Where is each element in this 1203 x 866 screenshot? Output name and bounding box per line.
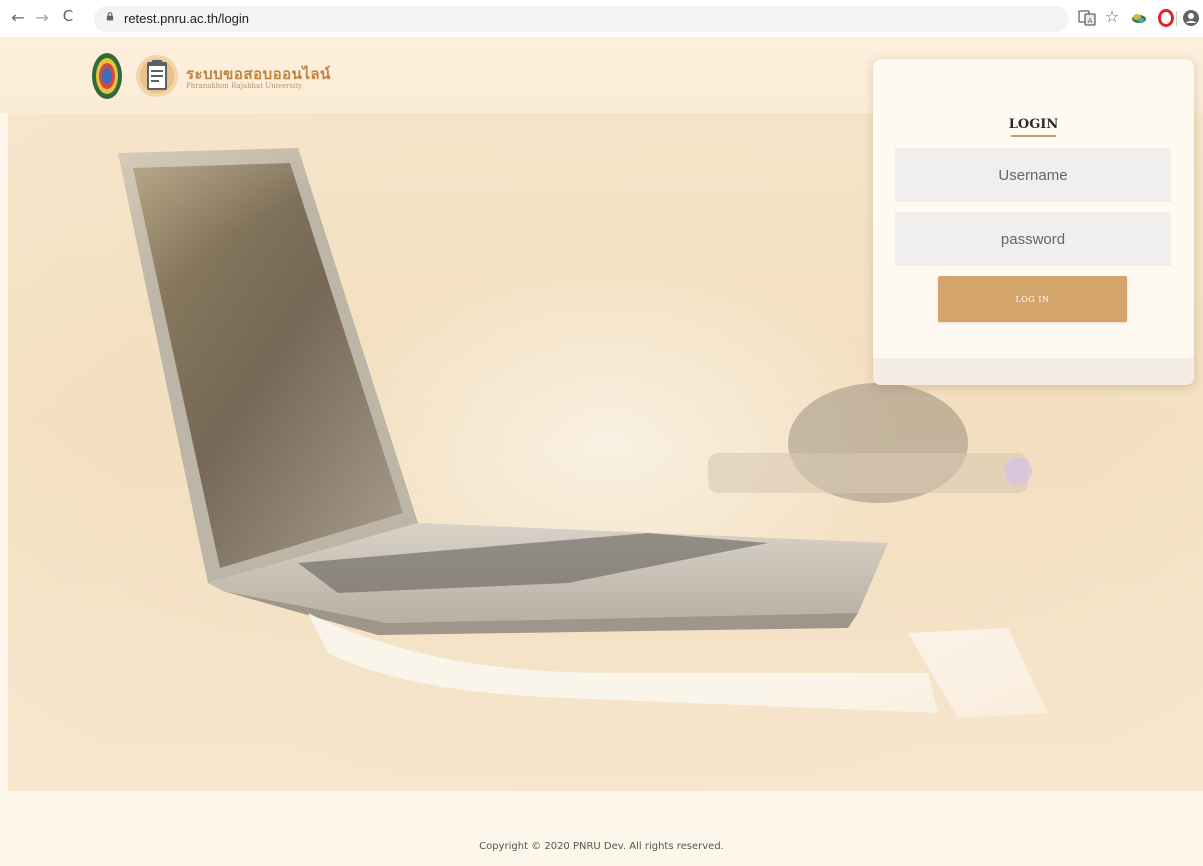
copyright-text: Copyright © 2020 PNRU Dev. All rights re… bbox=[479, 841, 724, 852]
forward-arrow-icon[interactable]: → bbox=[30, 8, 54, 27]
reload-icon[interactable]: C bbox=[56, 7, 80, 25]
username-input[interactable] bbox=[895, 148, 1171, 202]
url-text[interactable]: retest.pnru.ac.th/login bbox=[124, 11, 249, 26]
site-footer: Copyright © 2020 PNRU Dev. All rights re… bbox=[0, 791, 1203, 866]
password-input[interactable] bbox=[895, 212, 1171, 266]
extension-icon[interactable] bbox=[1130, 9, 1148, 27]
opera-icon[interactable] bbox=[1157, 9, 1175, 27]
back-arrow-icon[interactable]: ← bbox=[6, 8, 30, 27]
page: ระบบขอสอบออนไลน์ Phranakhon Rajabhat Uni… bbox=[0, 37, 1203, 866]
profile-icon[interactable] bbox=[1182, 9, 1200, 27]
university-seal-icon bbox=[92, 53, 122, 99]
title-underline bbox=[1011, 135, 1056, 137]
toolbar-separator bbox=[1176, 11, 1177, 26]
login-card-footer bbox=[873, 358, 1194, 385]
svg-text:A: A bbox=[1088, 17, 1093, 25]
lock-icon bbox=[106, 12, 114, 21]
address-bar[interactable]: retest.pnru.ac.th/login bbox=[94, 6, 1069, 32]
login-title: LOGIN bbox=[1008, 117, 1059, 132]
star-icon[interactable]: ☆ bbox=[1103, 7, 1121, 26]
browser-toolbar: ← → C retest.pnru.ac.th/login A ☆ bbox=[0, 0, 1203, 37]
translate-icon[interactable]: A bbox=[1078, 9, 1096, 27]
login-card: LOGIN LOG IN bbox=[873, 59, 1194, 385]
login-button[interactable]: LOG IN bbox=[938, 276, 1127, 322]
exam-clipboard-icon bbox=[136, 55, 178, 97]
site-subtitle: Phranakhon Rajabhat University bbox=[186, 82, 302, 90]
